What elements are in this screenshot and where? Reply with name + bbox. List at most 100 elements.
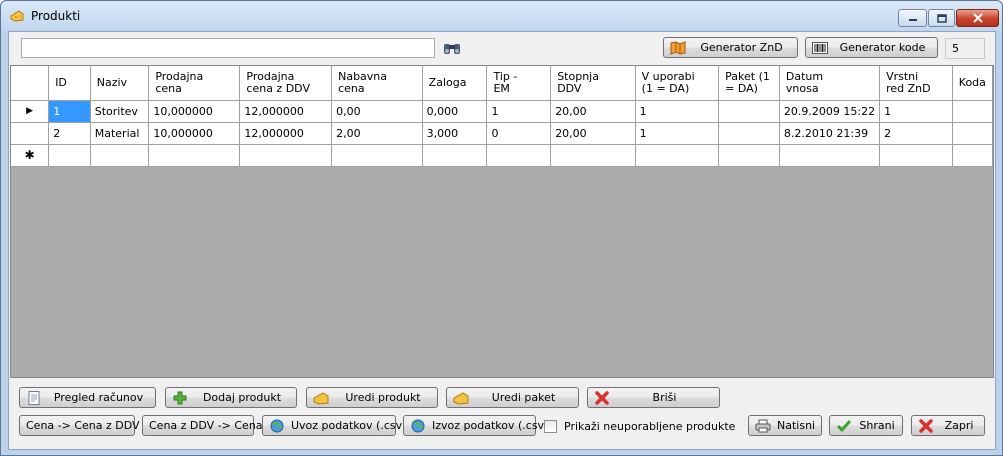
column-header[interactable]: Paket (1 = DA) (718, 66, 780, 101)
zapri-button[interactable]: Zapri (911, 415, 985, 436)
table-cell[interactable]: 0 (486, 122, 552, 145)
close-button[interactable] (956, 9, 999, 27)
table-row[interactable]: 2 Material 10,000000 12,000000 2,00 3,00… (11, 122, 993, 145)
table-cell[interactable] (331, 144, 423, 167)
generator-kode-button[interactable]: Generator kode (805, 37, 938, 58)
table-cell[interactable]: Material (90, 122, 150, 145)
table-cell[interactable]: 10,000000 (148, 122, 241, 145)
column-header[interactable]: Prodajna cena (148, 66, 241, 101)
table-cell[interactable] (718, 122, 780, 145)
ddv-to-cena-button[interactable]: Cena z DDV -> Cena (142, 415, 263, 436)
column-header[interactable]: ID (48, 66, 91, 101)
title-bar[interactable]: Produkti (1, 1, 1002, 31)
table-cell[interactable]: 1 (48, 100, 91, 123)
binoculars-icon[interactable] (442, 40, 462, 56)
new-row[interactable]: ✱ (11, 144, 993, 167)
pregled-racunov-label: Pregled računov (53, 391, 144, 404)
table-cell[interactable]: 12,000000 (239, 100, 333, 123)
current-row-marker[interactable]: ▶ (11, 100, 50, 123)
table-cell[interactable]: Storitev (90, 100, 150, 123)
table-cell[interactable]: 0,000 (422, 100, 488, 123)
table-cell[interactable]: 3,000 (422, 122, 488, 145)
column-header[interactable]: Zaloga (422, 66, 488, 101)
table-cell[interactable]: 0,00 (331, 100, 423, 123)
table-cell[interactable] (239, 144, 333, 167)
table-cell[interactable] (718, 100, 780, 123)
brisi-button[interactable]: Briši (587, 387, 720, 408)
globe-icon (411, 419, 425, 432)
column-header[interactable]: Datum vnosa (779, 66, 881, 101)
table-cell[interactable] (779, 144, 881, 167)
generator-znd-button[interactable]: Generator ZnD (663, 37, 798, 58)
uredi-paket-button[interactable]: Uredi paket (446, 387, 579, 408)
cheese-icon (313, 391, 329, 405)
table-cell[interactable]: 1 (635, 122, 720, 145)
row-header-corner (11, 66, 50, 101)
izvoz-button[interactable]: Izvoz podatkov (.csv) (403, 415, 548, 436)
column-header[interactable]: Nabavna cena (331, 66, 423, 101)
table-cell[interactable]: 10,000000 (148, 100, 241, 123)
uredi-paket-label: Uredi paket (491, 391, 556, 404)
table-cell[interactable] (718, 144, 780, 167)
generator-znd-label: Generator ZnD (700, 41, 783, 54)
table-cell[interactable]: 2,00 (331, 122, 423, 145)
minimize-button[interactable] (898, 9, 927, 27)
cena-to-ddv-button[interactable]: Cena -> Cena z DDV (19, 415, 140, 436)
new-row-marker[interactable]: ✱ (11, 144, 50, 167)
table-cell[interactable] (550, 144, 636, 167)
column-header[interactable]: V uporabi (1 = DA) (635, 66, 720, 101)
table-cell[interactable]: 12,000000 (239, 122, 333, 145)
column-header[interactable]: Koda (952, 66, 993, 101)
show-unused-checkbox[interactable]: Prikaži neuporabljene produkte (544, 420, 735, 433)
table-cell[interactable]: 20.9.2009 15:22 (779, 100, 881, 123)
table-cell[interactable] (90, 144, 150, 167)
column-header[interactable]: Vrstni red ZnD (879, 66, 953, 101)
row-header[interactable] (11, 122, 50, 145)
table-cell[interactable]: 8.2.2010 21:39 (779, 122, 881, 145)
table-cell[interactable]: 2 (48, 122, 91, 145)
table-cell[interactable] (422, 144, 488, 167)
table-cell[interactable] (952, 122, 993, 145)
zapri-label: Zapri (944, 419, 974, 432)
products-grid[interactable]: ID Naziv Prodajna cena Prodajna cena z D… (10, 65, 994, 378)
table-cell[interactable]: 20,00 (550, 100, 636, 123)
search-input[interactable] (21, 38, 435, 58)
table-cell[interactable]: 1 (635, 100, 720, 123)
table-cell[interactable] (148, 144, 241, 167)
table-cell[interactable] (952, 144, 993, 167)
shrani-label: Shrani (859, 419, 895, 432)
table-cell[interactable]: 1 (486, 100, 552, 123)
brisi-label: Briši (652, 391, 677, 404)
table-cell[interactable] (48, 144, 91, 167)
table-cell[interactable]: 2 (879, 122, 953, 145)
checkmark-icon (836, 419, 852, 432)
globe-icon (270, 419, 284, 432)
table-cell[interactable] (635, 144, 720, 167)
pregled-racunov-button[interactable]: Pregled računov (19, 387, 156, 408)
table-cell[interactable] (952, 100, 993, 123)
products-table: ID Naziv Prodajna cena Prodajna cena z D… (11, 66, 993, 167)
grid-header-row: ID Naziv Prodajna cena Prodajna cena z D… (11, 66, 993, 101)
column-header[interactable]: Prodajna cena z DDV (239, 66, 333, 101)
natisni-button[interactable]: Natisni (748, 415, 822, 436)
column-header[interactable]: Stopnja DDV (550, 66, 636, 101)
table-row[interactable]: ▶ 1 Storitev 10,000000 12,000000 0,00 0,… (11, 100, 993, 123)
document-icon (28, 390, 40, 405)
uredi-produkt-button[interactable]: Uredi produkt (306, 387, 438, 408)
barcode-icon (812, 41, 828, 54)
close-icon (972, 13, 983, 23)
column-header[interactable]: Tip - EM (486, 66, 552, 101)
cena-to-ddv-label: Cena -> Cena z DDV (26, 419, 140, 432)
table-cell[interactable]: 1 (879, 100, 953, 123)
maximize-button[interactable] (928, 9, 955, 27)
dodaj-produkt-button[interactable]: Dodaj produkt (165, 387, 297, 408)
table-cell[interactable] (486, 144, 552, 167)
ddv-to-cena-label: Cena z DDV -> Cena (149, 419, 263, 432)
uvoz-button[interactable]: Uvoz podatkov (.csv) (262, 415, 406, 436)
column-header[interactable]: Naziv (90, 66, 150, 101)
dodaj-produkt-label: Dodaj produkt (202, 391, 282, 404)
table-cell[interactable] (879, 144, 953, 167)
checkbox-box[interactable] (544, 420, 557, 433)
shrani-button[interactable]: Shrani (829, 415, 903, 436)
table-cell[interactable]: 20,00 (550, 122, 636, 145)
